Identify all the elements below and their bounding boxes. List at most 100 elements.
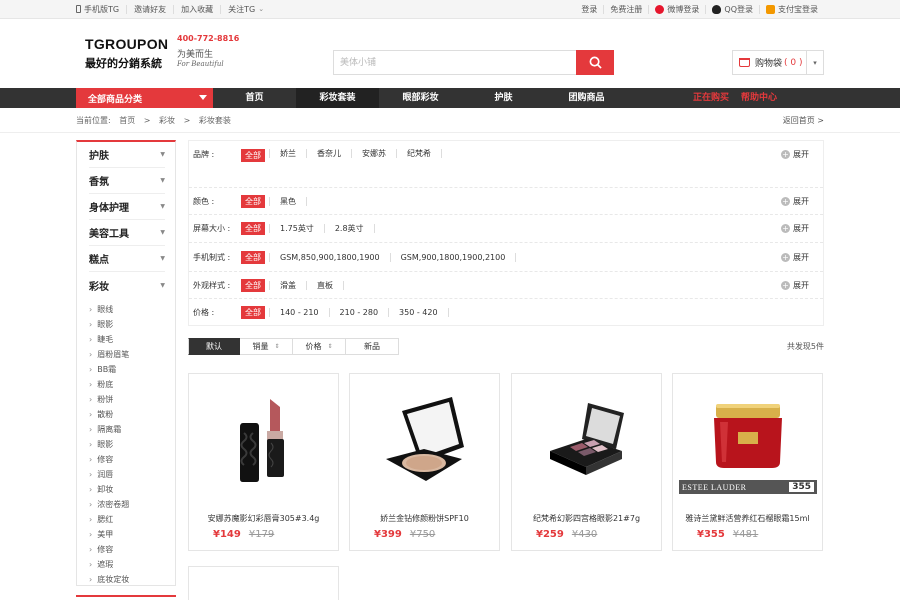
invite-friends-link[interactable]: 邀请好友 (126, 4, 173, 14)
filter-option[interactable]: 直板 (306, 280, 343, 290)
filter-option[interactable]: 香奈儿 (306, 149, 351, 158)
nav-buying-now[interactable]: 正在购买 (693, 88, 729, 108)
sidebar-subitem[interactable]: 底妆定妆 (89, 572, 165, 587)
filter-option[interactable]: 2.8英寸 (323, 224, 374, 233)
filter-option[interactable]: GSM,850,900,1800,1900 (269, 252, 390, 262)
filter-option[interactable]: 黑色 (269, 196, 306, 206)
breadcrumb-home[interactable]: 首页 (119, 116, 135, 125)
expand-button[interactable]: + 展开 (781, 149, 809, 160)
filter-all[interactable]: 全部 (241, 306, 265, 319)
product-name[interactable]: 娇兰金钻修颜粉饼SPF10 (350, 513, 499, 524)
sidebar-subitem[interactable]: 卸妆 (89, 482, 165, 497)
sort-new[interactable]: 新品 (346, 338, 399, 355)
all-categories-button[interactable]: 全部商品分类 (76, 88, 213, 108)
product-image[interactable] (189, 374, 338, 506)
filter-option[interactable]: GSM,900,1800,1900,2100 (389, 252, 516, 262)
nav-makeup-sets[interactable]: 彩妆套装 (296, 88, 379, 108)
loading-overlay (349, 553, 551, 583)
sidebar-subitem[interactable]: BB霜 (89, 362, 165, 377)
sidebar-subitem[interactable]: 眼线 (89, 302, 165, 317)
sidebar-category[interactable]: 彩妆 ▼ (89, 272, 165, 298)
product-image[interactable] (350, 374, 499, 506)
filter-option[interactable]: 娇兰 (269, 149, 306, 158)
nav-right-links: 正在购买 帮助中心 (693, 88, 789, 108)
chevron-down-icon[interactable]: ▾ (807, 59, 823, 67)
sort-sales[interactable]: 销量 ⇕ (240, 338, 293, 355)
sidebar-subitem[interactable]: 修容 (89, 542, 165, 557)
product-name[interactable]: 雅诗兰黛鲜活营养红石榴眼霜15ml (673, 513, 822, 524)
sidebar-subitem[interactable]: 修容 (89, 452, 165, 467)
sidebar-subitem[interactable]: 浓密卷翘 (89, 497, 165, 512)
filter-option[interactable]: 安娜苏 (351, 149, 396, 158)
expand-button[interactable]: + 展开 (781, 223, 809, 234)
filter-all[interactable]: 全部 (241, 278, 265, 292)
filter-option[interactable]: 滑盖 (269, 280, 306, 290)
product-name[interactable]: 安娜苏魔影幻彩唇膏305#3.4g (189, 513, 338, 524)
filter-all[interactable]: 全部 (241, 222, 265, 235)
sidebar-subitem[interactable]: 散粉 (89, 407, 165, 422)
sidebar-subitem[interactable]: 粉饼 (89, 392, 165, 407)
alipay-login-link[interactable]: 支付宝登录 (759, 4, 824, 14)
mobile-version-link[interactable]: 手机版TG (76, 5, 126, 14)
filter-row-price: 价格 : 全部 140 - 210 210 - 280 350 - 420 (189, 299, 823, 326)
register-link[interactable]: 免费注册 (603, 4, 648, 14)
sidebar-subitem[interactable]: 腮红 (89, 512, 165, 527)
add-favorite-link[interactable]: 加入收藏 (173, 4, 220, 14)
nav-eye-makeup[interactable]: 眼部彩妆 (379, 88, 462, 108)
plus-icon: + (781, 252, 790, 262)
sidebar-subitem[interactable]: 粉底 (89, 377, 165, 392)
sidebar-subitem[interactable]: 眼影 (89, 437, 165, 452)
sidebar-subitem[interactable]: 眼影 (89, 317, 165, 332)
nav-group-buy[interactable]: 团购商品 (545, 88, 628, 108)
filter-option[interactable]: 140 - 210 (269, 308, 329, 317)
price-banner: ESTEE LAUDER 355 (679, 480, 817, 494)
sort-default[interactable]: 默认 (188, 338, 240, 355)
filter-option[interactable]: 210 - 280 (328, 308, 389, 317)
product-card[interactable]: ESTEE LAUDER 355 雅诗兰黛鲜活营养红石榴眼霜15ml ¥355 … (672, 373, 823, 551)
search-input[interactable] (333, 50, 576, 75)
filter-all[interactable]: 全部 (241, 149, 265, 162)
expand-button[interactable]: + 展开 (781, 252, 809, 263)
sort-bar: 默认 销量 ⇕ 价格 ⇕ 新品 共发现5件 (188, 338, 824, 355)
product-card[interactable]: 纪梵希幻影四宫格眼影21#7g ¥259 ¥430 (511, 373, 662, 551)
breadcrumb-makeup[interactable]: 彩妆 (159, 116, 175, 125)
sidebar-subitem[interactable]: 隔离霜 (89, 422, 165, 437)
sidebar-category[interactable]: 糕点 ▼ (89, 246, 165, 272)
sidebar-subitem[interactable]: 润唇 (89, 467, 165, 482)
nav-home[interactable]: 首页 (213, 88, 296, 108)
cart-main[interactable]: 购物袋 ( 0 ) (733, 51, 807, 74)
follow-tg-link[interactable]: 关注TG ⌄ (220, 4, 271, 14)
login-link[interactable]: 登录 (575, 5, 603, 14)
sidebar-category[interactable]: 护肤 ▼ (89, 142, 165, 168)
search-button[interactable] (576, 50, 614, 75)
product-name[interactable]: 纪梵希幻影四宫格眼影21#7g (512, 513, 661, 524)
back-home-link[interactable]: 返回首页 > (783, 115, 824, 126)
sidebar-category[interactable]: 身体护理 ▼ (89, 194, 165, 220)
expand-button[interactable]: + 展开 (781, 196, 809, 207)
sidebar-subitem[interactable]: 美甲 (89, 527, 165, 542)
nav-help-center[interactable]: 帮助中心 (741, 88, 777, 108)
expand-button[interactable]: + 展开 (781, 280, 809, 291)
filter-all[interactable]: 全部 (241, 194, 265, 208)
nav-skincare[interactable]: 护肤 (462, 88, 545, 108)
filter-option[interactable]: 1.75英寸 (269, 224, 324, 233)
site-logo[interactable]: TGROUPON 最好的分銷系統 (85, 36, 168, 71)
sort-price[interactable]: 价格 ⇕ (293, 338, 346, 355)
filter-all[interactable]: 全部 (241, 250, 265, 264)
sidebar-subitem[interactable]: 睫毛 (89, 332, 165, 347)
sidebar-category[interactable]: 香氛 ▼ (89, 168, 165, 194)
product-card[interactable]: 娇兰金钻修颜粉饼SPF10 ¥399 ¥750 (349, 373, 500, 551)
sidebar-category[interactable]: 美容工具 ▼ (89, 220, 165, 246)
product-card[interactable]: 安娜苏魔影幻彩唇膏305#3.4g ¥149 ¥179 (188, 373, 339, 551)
top-bar-right: 登录 免费注册 微博登录 QQ登录 支付宝登录 (575, 4, 824, 14)
option-separator (373, 224, 375, 233)
filter-option[interactable]: 350 - 420 (388, 308, 448, 317)
shopping-bag[interactable]: 购物袋 ( 0 ) ▾ (732, 50, 824, 75)
product-card-partial[interactable] (188, 566, 339, 600)
sidebar-subitem[interactable]: 遮瑕 (89, 557, 165, 572)
qq-login-link[interactable]: QQ登录 (705, 4, 759, 14)
filter-option[interactable]: 纪梵希 (396, 149, 441, 158)
weibo-login-link[interactable]: 微博登录 (648, 4, 705, 14)
sidebar-subitem[interactable]: 眉粉眉笔 (89, 347, 165, 362)
product-image[interactable] (512, 374, 661, 506)
